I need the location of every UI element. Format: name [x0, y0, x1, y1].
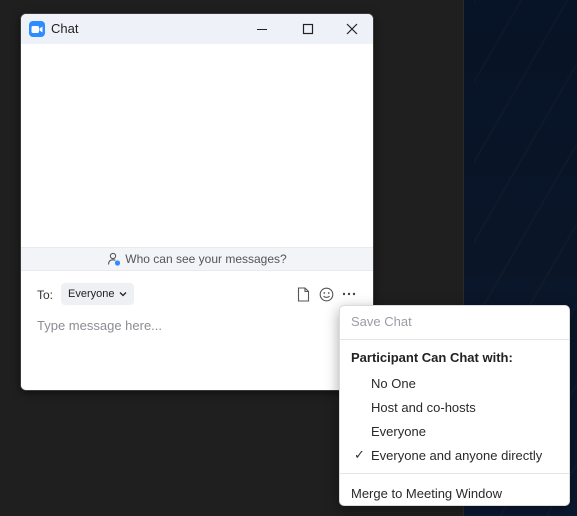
person-visibility-icon: [107, 252, 121, 266]
chat-window: Chat Who can see your messages? To: Ever…: [20, 13, 374, 391]
file-icon[interactable]: [294, 285, 312, 303]
chevron-down-icon: [119, 291, 127, 297]
zoom-camera-icon: [29, 21, 45, 37]
menu-item-label: Merge to Meeting Window: [351, 485, 503, 501]
menu-section-heading: Participant Can Chat with:: [351, 350, 513, 365]
close-button[interactable]: [329, 14, 373, 44]
close-icon: [346, 23, 358, 35]
checkmark-icon: ✓: [354, 447, 365, 462]
emoji-icon[interactable]: [317, 285, 335, 303]
window-title: Chat: [51, 21, 79, 36]
menu-item-host-and-cohosts[interactable]: Host and co-hosts: [340, 396, 569, 418]
more-options-icon[interactable]: [340, 285, 358, 303]
menu-divider: [340, 339, 569, 340]
recipient-value: Everyone: [68, 288, 115, 300]
recipient-select[interactable]: Everyone: [61, 283, 135, 305]
visibility-notice[interactable]: Who can see your messages?: [21, 247, 373, 271]
compose-area: To: Everyone: [21, 271, 373, 390]
messages-area[interactable]: [21, 44, 373, 247]
menu-item-no-one[interactable]: No One: [340, 372, 569, 394]
menu-item-label: No One: [371, 375, 416, 391]
minimize-button[interactable]: [239, 14, 285, 44]
maximize-icon: [302, 23, 314, 35]
menu-item-save-chat[interactable]: Save Chat: [340, 310, 569, 332]
visibility-notice-text: Who can see your messages?: [125, 252, 287, 266]
menu-item-label: Save Chat: [351, 313, 412, 329]
menu-item-label: Everyone and anyone directly: [371, 447, 543, 463]
menu-item-label: Host and co-hosts: [371, 399, 476, 415]
menu-divider: [340, 473, 569, 474]
menu-item-everyone-and-anyone-directly[interactable]: ✓ Everyone and anyone directly: [340, 444, 569, 466]
minimize-icon: [257, 29, 267, 30]
title-bar[interactable]: Chat: [21, 14, 373, 44]
menu-item-label: Everyone: [371, 423, 426, 439]
chat-options-menu: Save Chat Participant Can Chat with: No …: [339, 305, 570, 506]
menu-item-everyone[interactable]: Everyone: [340, 420, 569, 442]
maximize-button[interactable]: [285, 14, 331, 44]
to-label: To:: [37, 288, 54, 302]
message-input[interactable]: [37, 315, 357, 335]
menu-item-merge-to-meeting-window[interactable]: Merge to Meeting Window: [340, 482, 569, 504]
